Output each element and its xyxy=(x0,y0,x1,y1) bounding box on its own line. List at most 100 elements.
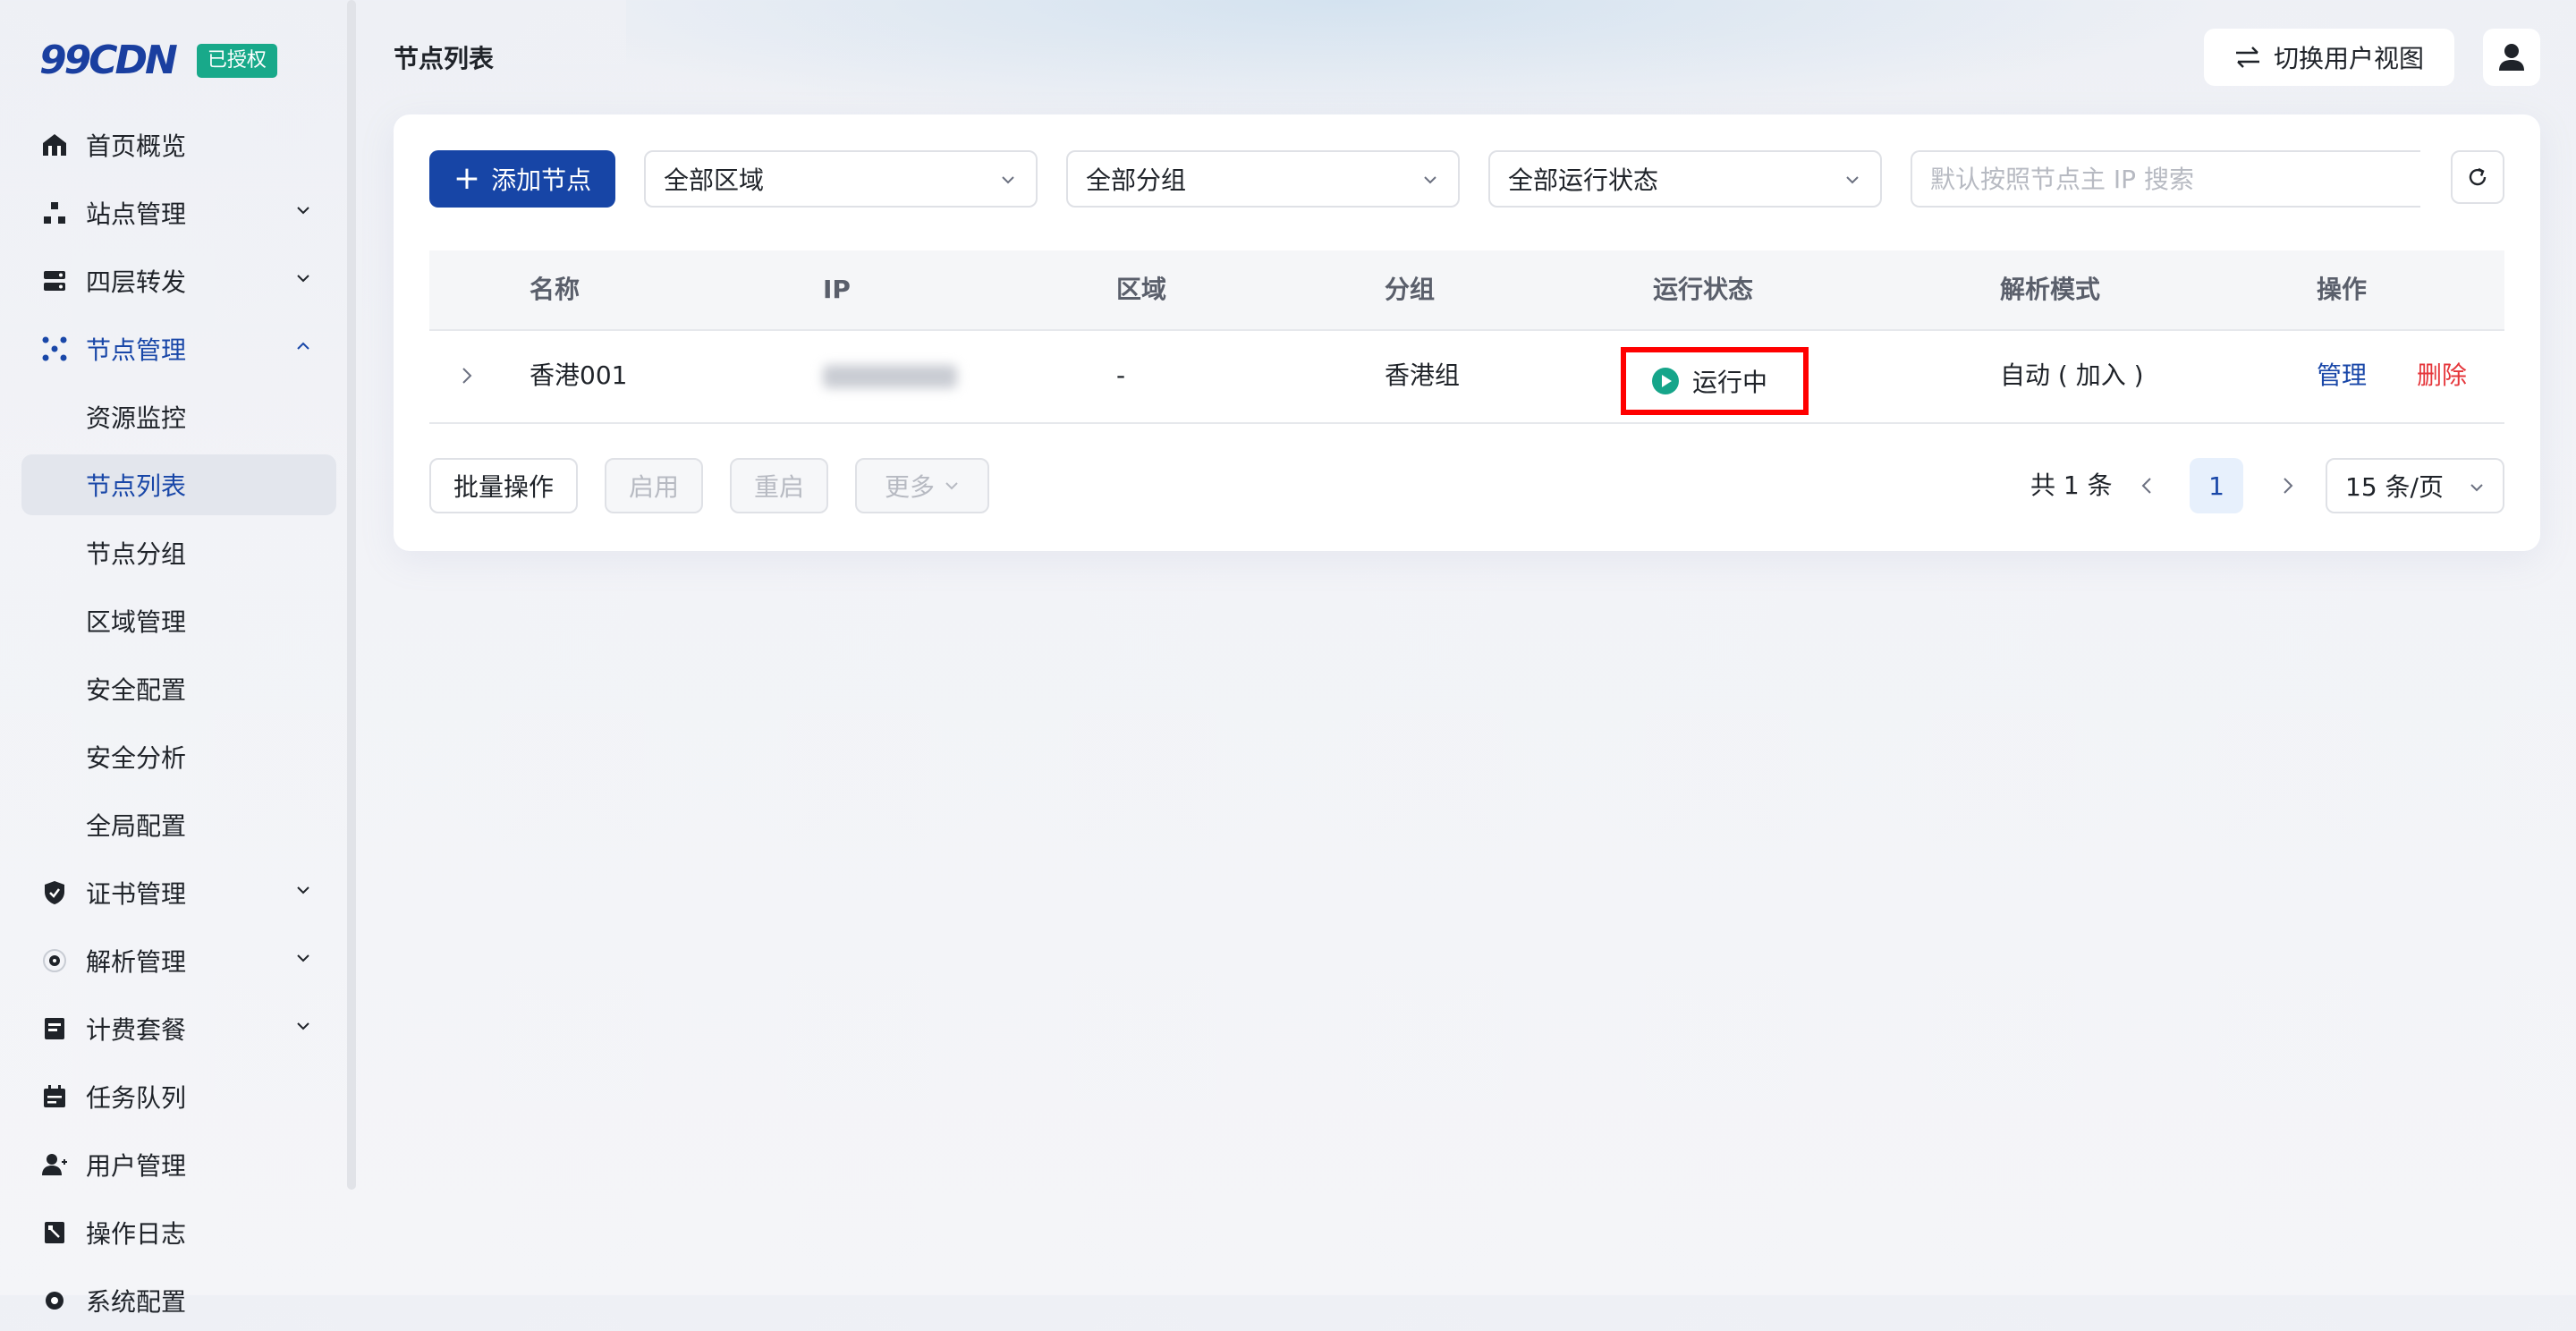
license-badge: 已授权 xyxy=(196,43,277,78)
batch-action-label: 批量操作 xyxy=(453,472,554,502)
status-select-value: 全部运行状态 xyxy=(1508,165,1659,195)
restart-label: 重启 xyxy=(753,472,804,502)
status-highlight-box: 运行中 xyxy=(1621,347,1809,415)
cell-resolve-mode: 自动 ( 加入 ) xyxy=(2000,360,2144,390)
switch-user-view-button[interactable]: 切换用户视图 xyxy=(2204,29,2454,86)
table-header: 名称 IP 区域 分组 运行状态 解析模式 操作 xyxy=(429,250,2504,331)
column-header-ip[interactable]: IP xyxy=(823,250,851,329)
log-icon xyxy=(41,1219,68,1246)
chevron-down-icon xyxy=(945,482,958,490)
user-avatar-button[interactable] xyxy=(2483,29,2540,86)
refresh-icon xyxy=(2469,167,2487,186)
sidebar-item-system[interactable]: 系统配置 xyxy=(21,1270,336,1331)
user-icon xyxy=(2499,44,2524,71)
sidebar-item-label: 四层转发 xyxy=(86,267,187,297)
enable-label: 启用 xyxy=(628,472,679,502)
sidebar-subitem-resource-monitor[interactable]: 资源监控 xyxy=(21,386,336,447)
chevron-down-icon xyxy=(297,954,309,962)
column-header-status[interactable]: 运行状态 xyxy=(1653,250,1753,329)
sidebar-subitem-global-config[interactable]: 全局配置 xyxy=(21,794,336,855)
sidebar-item-label: 站点管理 xyxy=(86,199,187,229)
sidebar-subitem-security-analysis[interactable]: 安全分析 xyxy=(21,726,336,787)
sidebar-item-dns[interactable]: 解析管理 xyxy=(21,930,336,991)
region-select[interactable]: 全部区域 xyxy=(644,150,1038,208)
sidebar-item-label: 节点管理 xyxy=(86,335,187,365)
logo: 99CDN 已授权 xyxy=(39,38,277,83)
page-number-label: 1 xyxy=(2208,471,2224,501)
billing-icon xyxy=(41,1015,68,1042)
sidebar-item-logs[interactable]: 操作日志 xyxy=(21,1202,336,1263)
page-size-value: 15 条/页 xyxy=(2345,472,2444,502)
sidebar-subitem-security-config[interactable]: 安全配置 xyxy=(21,658,336,719)
calendar-icon xyxy=(41,1083,68,1110)
sidebar-subitem-node-group[interactable]: 节点分组 xyxy=(21,522,336,583)
add-node-label: 添加节点 xyxy=(491,165,592,195)
chevron-down-icon xyxy=(297,1022,309,1030)
column-header-name[interactable]: 名称 xyxy=(530,250,580,329)
sidebar-item-label: 用户管理 xyxy=(86,1151,187,1181)
group-select[interactable]: 全部分组 xyxy=(1066,150,1460,208)
sidebar-subitem-label: 安全分析 xyxy=(86,743,187,773)
node-network-icon xyxy=(41,335,68,362)
sidebar-item-forward[interactable]: 四层转发 xyxy=(21,250,336,311)
node-list-card: + 添加节点 全部区域 全部分组 全部运行状态 名称 IP 区域 分组 运行状态… xyxy=(394,114,2540,551)
settings-icon xyxy=(41,1287,68,1314)
column-header-group[interactable]: 分组 xyxy=(1385,250,1435,329)
region-select-value: 全部区域 xyxy=(664,165,765,195)
sidebar-item-billing[interactable]: 计费套餐 xyxy=(21,998,336,1059)
cell-status: 运行中 xyxy=(1692,368,1768,397)
sidebar-item-label: 首页概览 xyxy=(86,131,187,161)
next-page-icon[interactable] xyxy=(2277,476,2297,496)
shield-icon xyxy=(41,879,68,906)
sidebar-item-users[interactable]: 用户管理 xyxy=(21,1134,336,1195)
sidebar-scrollbar[interactable] xyxy=(347,0,356,1190)
status-select[interactable]: 全部运行状态 xyxy=(1488,150,1882,208)
sidebar-item-nodes[interactable]: 节点管理 xyxy=(21,318,336,379)
chevron-down-icon xyxy=(1424,176,1436,184)
sidebar-subitem-region[interactable]: 区域管理 xyxy=(21,590,336,651)
sidebar: 99CDN 已授权 首页概览 站点管理 四层转发 节点管理 资源监控 节点列表 … xyxy=(0,0,356,1317)
sidebar-item-sites[interactable]: 站点管理 xyxy=(21,182,336,243)
column-header-region[interactable]: 区域 xyxy=(1116,250,1166,329)
cell-region: - xyxy=(1116,360,1126,390)
expand-row-icon[interactable] xyxy=(456,365,478,386)
sidebar-subitem-label: 资源监控 xyxy=(86,403,187,433)
more-label: 更多 xyxy=(884,472,935,502)
user-icon xyxy=(41,1151,68,1178)
sidebar-item-certs[interactable]: 证书管理 xyxy=(21,862,336,923)
column-header-resolve-mode[interactable]: 解析模式 xyxy=(2000,250,2100,329)
column-header-actions: 操作 xyxy=(2317,275,2368,304)
sidebar-item-label: 解析管理 xyxy=(86,947,187,977)
search-input[interactable] xyxy=(1911,150,2420,208)
sidebar-item-label: 系统配置 xyxy=(86,1287,187,1317)
sidebar-item-home[interactable]: 首页概览 xyxy=(21,114,336,175)
cell-name: 香港001 xyxy=(530,360,628,390)
sidebar-item-label: 操作日志 xyxy=(86,1219,187,1249)
enable-button[interactable]: 启用 xyxy=(605,458,703,513)
add-node-button[interactable]: + 添加节点 xyxy=(429,150,615,208)
sidebar-item-tasks[interactable]: 任务队列 xyxy=(21,1066,336,1127)
manage-link[interactable]: 管理 xyxy=(2317,329,2367,422)
refresh-button[interactable] xyxy=(2451,150,2504,204)
plus-icon: + xyxy=(453,160,481,197)
total-count: 共 1 条 xyxy=(2030,471,2113,500)
delete-link[interactable]: 删除 xyxy=(2417,329,2467,422)
restart-button[interactable]: 重启 xyxy=(730,458,828,513)
home-icon xyxy=(41,131,68,158)
cell-group: 香港组 xyxy=(1385,360,1461,390)
table-row: 香港001 - 香港组 运行中 自动 ( 加入 ) 管理 删除 xyxy=(429,329,2504,424)
chevron-down-icon xyxy=(297,207,309,215)
target-icon xyxy=(41,947,68,974)
cell-ip-blurred xyxy=(823,365,957,388)
sidebar-item-label: 任务队列 xyxy=(86,1083,187,1113)
sidebar-subitem-label: 安全配置 xyxy=(86,675,187,705)
sidebar-subitem-node-list[interactable]: 节点列表 xyxy=(21,454,336,515)
chevron-down-icon xyxy=(297,886,309,894)
page-number-current[interactable]: 1 xyxy=(2190,458,2243,513)
prev-page-icon[interactable] xyxy=(2138,476,2157,496)
batch-action-button[interactable]: 批量操作 xyxy=(429,458,578,513)
page-size-select[interactable]: 15 条/页 xyxy=(2326,458,2504,513)
more-dropdown-button[interactable]: 更多 xyxy=(855,458,989,513)
chevron-down-icon xyxy=(1002,176,1014,184)
running-play-icon xyxy=(1652,368,1679,394)
